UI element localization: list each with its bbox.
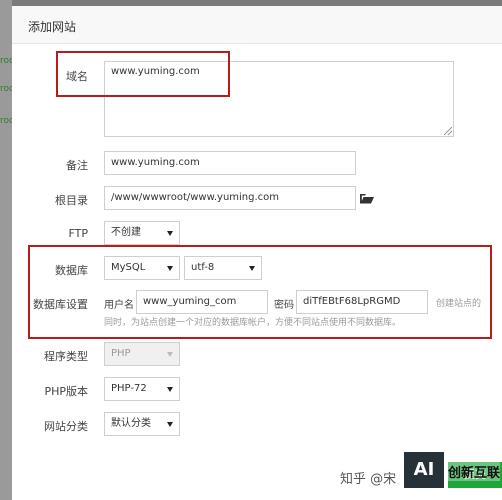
chevron-down-icon xyxy=(167,387,173,392)
program-type-label: 程序类型 xyxy=(44,350,88,363)
chevron-down-icon xyxy=(167,352,173,357)
database-highlight-box xyxy=(28,245,492,339)
domain-highlight-box xyxy=(56,51,230,97)
ai-logo: AI xyxy=(404,452,444,488)
remark-label: 备注 xyxy=(66,159,88,172)
zhihu-watermark: 知乎 @宋 xyxy=(340,472,397,487)
root-dir-label: 根目录 xyxy=(55,194,88,207)
program-type-select: PHP xyxy=(104,342,180,366)
ftp-label: FTP xyxy=(68,227,89,240)
dialog-title: 添加网站 xyxy=(28,20,77,34)
add-site-dialog: 添加网站 域名 www.yuming.com 备注 www.yuming.com… xyxy=(12,6,502,500)
php-version-value: PHP-72 xyxy=(111,383,147,394)
brand-watermark: 创新互联 xyxy=(448,462,501,481)
site-category-label: 网站分类 xyxy=(44,420,88,433)
php-version-select[interactable]: PHP-72 xyxy=(104,377,180,401)
ftp-select[interactable]: 不创建 xyxy=(104,221,180,245)
background-panel: roo roo roo xyxy=(0,0,15,500)
remark-input[interactable]: www.yuming.com xyxy=(104,151,356,175)
chevron-down-icon xyxy=(167,422,173,427)
chevron-down-icon xyxy=(167,231,173,236)
site-category-select[interactable]: 默认分类 xyxy=(104,412,180,436)
root-dir-input[interactable]: /www/wwwroot/www.yuming.com xyxy=(104,186,356,210)
resize-handle-icon[interactable] xyxy=(444,127,452,135)
program-type-value: PHP xyxy=(111,348,131,359)
folder-icon[interactable] xyxy=(360,193,374,204)
php-version-label: PHP版本 xyxy=(44,385,88,398)
ftp-select-value: 不创建 xyxy=(111,227,141,238)
site-category-value: 默认分类 xyxy=(111,418,151,429)
dialog-header: 添加网站 xyxy=(12,6,502,44)
